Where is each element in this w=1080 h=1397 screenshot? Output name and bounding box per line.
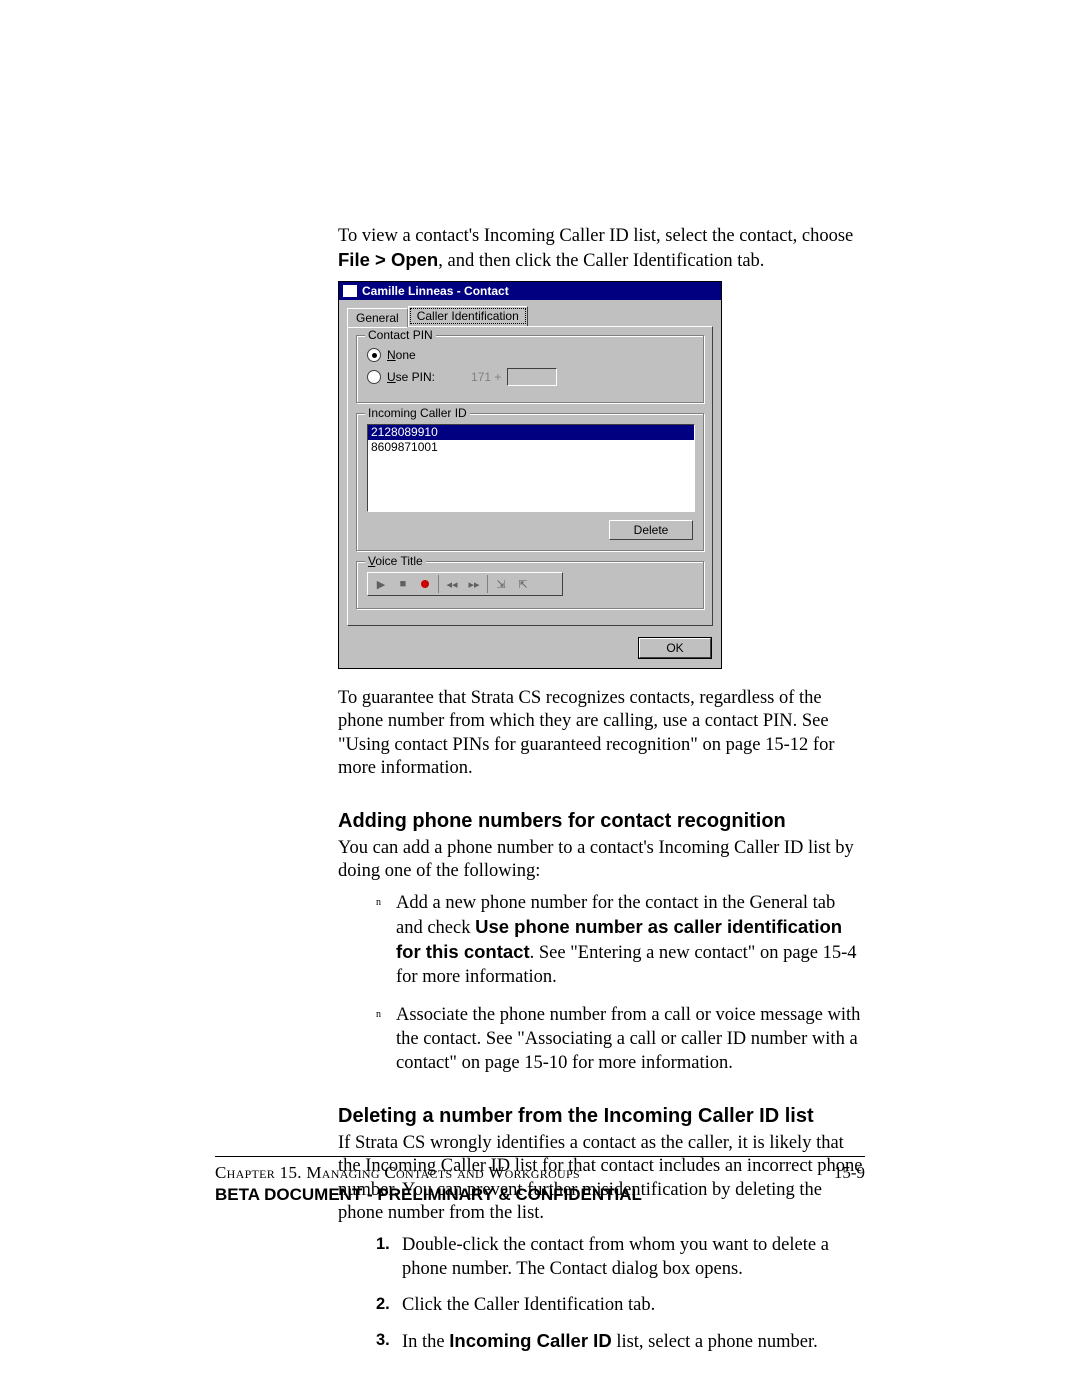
step-text: In the Incoming Caller ID list, select a…	[402, 1329, 865, 1354]
group-voice-title: Voice Title ▶ ■ ◂◂ ▸▸ ⇲ ⇱	[356, 561, 704, 609]
dialog-title: Camille Linneas - Contact	[362, 284, 509, 298]
stop-icon[interactable]: ■	[392, 575, 414, 593]
record-icon[interactable]	[414, 575, 436, 593]
intro-text-a: To view a contact's Incoming Caller ID l…	[338, 226, 853, 246]
radio-use-pin-row[interactable]: Use PIN: 171 +	[367, 368, 693, 386]
step-text: Double-click the contact from whom you w…	[402, 1233, 865, 1281]
intro-text-c: , and then click the Caller Identificati…	[438, 251, 764, 271]
bullet-text: Associate the phone number from a call o…	[396, 1003, 865, 1075]
ok-label: OK	[666, 641, 683, 655]
group-incoming-title: Incoming Caller ID	[365, 406, 470, 420]
footer-line1: Chapter 15. Managing Contacts and Workgr…	[215, 1163, 865, 1183]
radio-none-label: None	[387, 348, 416, 362]
tab-caller-identification[interactable]: Caller Identification	[408, 306, 528, 326]
import-icon[interactable]: ⇲	[487, 575, 512, 593]
group-voice-title-label: Voice Title	[365, 554, 426, 568]
numbered-list: 1. Double-click the contact from whom yo…	[338, 1233, 865, 1354]
tab-general[interactable]: General	[347, 308, 408, 328]
step-number: 2.	[376, 1293, 402, 1317]
list-item: n Add a new phone number for the contact…	[338, 891, 865, 989]
pin-prefix: 171 +	[471, 370, 501, 384]
tab-panel: Contact PIN None Use PIN: 171 + Incoming…	[347, 326, 713, 626]
s3b: Incoming Caller ID	[449, 1330, 611, 1351]
step-text: Click the Caller Identification tab.	[402, 1293, 865, 1317]
list-item[interactable]: 8609871001	[368, 440, 694, 455]
step-number: 1.	[376, 1233, 402, 1281]
after-dialog-paragraph: To guarantee that Strata CS recognizes c…	[338, 687, 865, 780]
export-icon[interactable]: ⇱	[512, 575, 534, 593]
intro-paragraph: To view a contact's Incoming Caller ID l…	[338, 225, 865, 273]
play-icon[interactable]: ▶	[370, 575, 392, 593]
contact-dialog: Camille Linneas - Contact General Caller…	[338, 281, 722, 669]
group-contact-pin-title: Contact PIN	[365, 328, 436, 342]
page-footer: Chapter 15. Managing Contacts and Workgr…	[215, 1156, 865, 1205]
list-item[interactable]: 2128089910	[368, 425, 694, 440]
voice-toolbar: ▶ ■ ◂◂ ▸▸ ⇲ ⇱	[367, 572, 563, 596]
bullet-marker-icon: n	[376, 891, 396, 989]
bullet-text: Add a new phone number for the contact i…	[396, 891, 865, 989]
pin-input[interactable]	[507, 368, 557, 386]
bullet-marker-icon: n	[376, 1003, 396, 1075]
group-contact-pin: Contact PIN None Use PIN: 171 +	[356, 335, 704, 403]
footer-page-number: 15-9	[834, 1163, 865, 1183]
s3c: list, select a phone number.	[612, 1332, 818, 1352]
tab-general-label: General	[356, 311, 399, 325]
delete-button[interactable]: Delete	[609, 520, 693, 540]
step-number: 3.	[376, 1329, 402, 1354]
app-icon	[343, 285, 357, 297]
bullet-list: n Add a new phone number for the contact…	[338, 891, 865, 1075]
list-item: 1. Double-click the contact from whom yo…	[338, 1233, 865, 1281]
radio-none-row[interactable]: None	[367, 348, 693, 362]
list-item: 2. Click the Caller Identification tab.	[338, 1293, 865, 1317]
list-item: 3. In the Incoming Caller ID list, selec…	[338, 1329, 865, 1354]
footer-chapter: Chapter 15. Managing Contacts and Workgr…	[215, 1163, 580, 1183]
footer-rule	[215, 1156, 865, 1157]
delete-row: Delete	[367, 520, 693, 540]
radio-use-pin-label: Use PIN:	[387, 370, 435, 384]
forward-icon[interactable]: ▸▸	[463, 575, 485, 593]
radio-none-dot	[372, 353, 377, 358]
caller-id-listbox[interactable]: 2128089910 8609871001	[367, 424, 695, 512]
radio-use-pin[interactable]	[367, 370, 381, 384]
dialog-screenshot: Camille Linneas - Contact General Caller…	[338, 281, 865, 669]
tab-caller-id-label: Caller Identification	[417, 309, 519, 323]
dialog-titlebar: Camille Linneas - Contact	[339, 282, 721, 300]
add-intro: You can add a phone number to a contact'…	[338, 837, 865, 883]
group-incoming-caller-id: Incoming Caller ID 2128089910 8609871001…	[356, 413, 704, 551]
tabs-row: General Caller Identification	[339, 300, 721, 326]
record-dot-icon	[421, 580, 429, 588]
footer-confidential: BETA DOCUMENT - PRELIMINARY & CONFIDENTI…	[215, 1185, 865, 1205]
document-page: To view a contact's Incoming Caller ID l…	[0, 0, 1080, 1397]
s3a: In the	[402, 1332, 449, 1352]
intro-file-open: File > Open	[338, 249, 438, 270]
rewind-icon[interactable]: ◂◂	[438, 575, 463, 593]
dialog-footer: OK	[339, 632, 721, 668]
radio-none[interactable]	[367, 348, 381, 362]
heading-deleting-number: Deleting a number from the Incoming Call…	[338, 1105, 865, 1128]
list-item: n Associate the phone number from a call…	[338, 1003, 865, 1075]
ok-button[interactable]: OK	[639, 638, 711, 658]
delete-label: Delete	[634, 523, 669, 537]
heading-adding-phone-numbers: Adding phone numbers for contact recogni…	[338, 810, 865, 833]
